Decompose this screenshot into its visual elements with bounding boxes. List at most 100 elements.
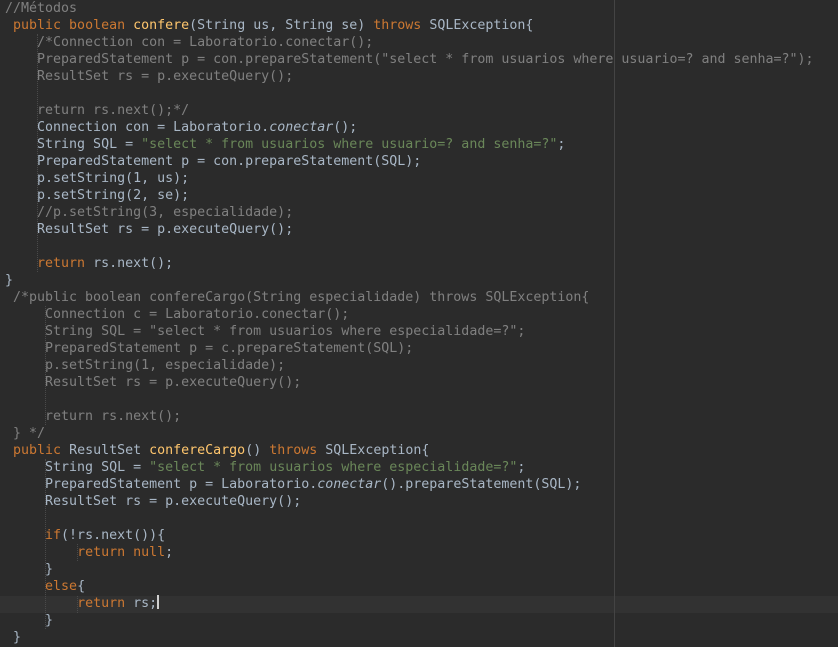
keyword-token: throws [373,18,422,33]
code-token: String SQL = [5,137,142,152]
code-line[interactable]: p.setString(1, us); [5,170,189,187]
comment-token: /*Connection con = Laboratorio.conectar(… [5,35,374,50]
code-line[interactable]: p.setString(2, se); [5,187,189,204]
code-token: (String us, String se) [189,18,374,33]
comment-token: p.setString(1, especialidade); [5,358,286,373]
code-token: (); [333,120,358,135]
right-margin-line [614,0,615,647]
code-line[interactable]: else{ [5,578,85,595]
code-token: p.setString(2, se); [5,188,190,203]
method-name-token: confere [133,18,190,33]
code-line[interactable]: Connection con = Laboratorio.conectar(); [5,119,357,136]
code-token: () [245,443,270,458]
keyword-token: if [45,528,62,543]
code-line[interactable]: } */ [5,425,45,442]
code-token: p.setString(1, us); [5,171,190,186]
code-token: ; [517,460,526,475]
code-token: PreparedStatement p = Laboratorio. [5,477,318,492]
comment-token: String SQL = "select * from usuarios whe… [5,324,526,339]
code-token: rs; [125,596,158,611]
code-token: SQLException{ [421,18,534,33]
keyword-token: else [45,579,78,594]
keyword-token: public [13,443,62,458]
code-editor[interactable]: //Métodos public boolean confere(String … [0,0,838,647]
comment-token: ResultSet rs = p.executeQuery(); [5,69,294,84]
code-token: PreparedStatement p = con.prepareStateme… [5,154,422,169]
comment-token: ResultSet rs = p.executeQuery(); [5,375,302,390]
code-line[interactable]: } [5,561,53,578]
text-cursor [157,595,159,609]
code-line[interactable]: } [5,272,13,289]
code-token: } [5,273,14,288]
code-token: rs.next(); [85,256,174,271]
code-token: { [77,579,86,594]
comment-token: PreparedStatement p = c.prepareStatement… [5,341,414,356]
keyword-token: public boolean [13,18,134,33]
code-line[interactable]: /*public boolean confereCargo(String esp… [5,289,589,306]
code-token: } [5,613,54,628]
string-token: "select * from usuarios where especialid… [149,460,518,475]
code-line[interactable]: PreparedStatement p = c.prepareStatement… [5,340,413,357]
code-line[interactable]: } [5,612,53,629]
code-token: ; [557,137,566,152]
code-line[interactable]: public ResultSet confereCargo() throws S… [5,442,429,459]
code-line[interactable]: //Métodos [5,0,77,17]
code-line[interactable]: Connection c = Laboratorio.conectar(); [5,306,349,323]
keyword-token: return [77,596,126,611]
static-method-token: conectar [317,477,382,492]
comment-token: return rs.next();*/ [5,103,190,118]
method-name-token: confereCargo [149,443,246,458]
code-token: ; [165,545,174,560]
comment-token: PreparedStatement p = con.prepareStateme… [5,52,814,67]
keyword-token: return null [77,545,166,560]
code-line[interactable]: } [5,629,21,646]
code-token: ().prepareStatement(SQL); [381,477,582,492]
keyword-token: return [37,256,86,271]
code-line[interactable]: String SQL = "select * from usuarios whe… [5,323,525,340]
string-token: "select * from usuarios where usuario=? … [141,137,558,152]
code-line[interactable]: return rs; [5,595,159,612]
code-token: String SQL = [5,460,150,475]
code-line[interactable]: return rs.next();*/ [5,102,189,119]
comment-token: Connection c = Laboratorio.conectar(); [5,307,350,322]
code-token: (!rs.next()){ [61,528,166,543]
comment-token: } */ [5,426,46,441]
comment-token: //Métodos [5,1,78,16]
code-token: ResultSet rs = p.executeQuery(); [5,494,302,509]
code-line[interactable]: PreparedStatement p = Laboratorio.conect… [5,476,581,493]
code-token: SQLException{ [317,443,430,458]
code-line[interactable]: return rs.next(); [5,255,173,272]
code-token: } [5,562,54,577]
code-line[interactable]: String SQL = "select * from usuarios whe… [5,136,565,153]
comment-token: return rs.next(); [5,409,182,424]
code-line[interactable]: PreparedStatement p = con.prepareStateme… [5,153,421,170]
static-method-token: conectar [269,120,334,135]
code-line[interactable]: return null; [5,544,173,561]
code-line[interactable]: if(!rs.next()){ [5,527,165,544]
code-line[interactable]: ResultSet rs = p.executeQuery(); [5,68,293,85]
code-line[interactable]: p.setString(1, especialidade); [5,357,285,374]
code-line[interactable]: ResultSet rs = p.executeQuery(); [5,493,301,510]
keyword-token: throws [269,443,318,458]
code-line[interactable]: return rs.next(); [5,408,181,425]
code-line[interactable]: /*Connection con = Laboratorio.conectar(… [5,34,373,51]
code-line[interactable]: //p.setString(3, especialidade); [5,204,293,221]
code-token: Connection con = Laboratorio. [5,120,270,135]
code-token: } [5,630,22,645]
code-line[interactable]: PreparedStatement p = con.prepareStateme… [5,51,814,68]
comment-token: //p.setString(3, especialidade); [5,205,294,220]
code-token: ResultSet rs = p.executeQuery(); [5,222,294,237]
comment-token: /*public boolean confereCargo(String esp… [5,290,590,305]
code-line[interactable]: ResultSet rs = p.executeQuery(); [5,374,301,391]
code-line[interactable]: String SQL = "select * from usuarios whe… [5,459,525,476]
code-line[interactable]: public boolean confere(String us, String… [5,17,533,34]
code-token: ResultSet [61,443,150,458]
code-line[interactable]: ResultSet rs = p.executeQuery(); [5,221,293,238]
